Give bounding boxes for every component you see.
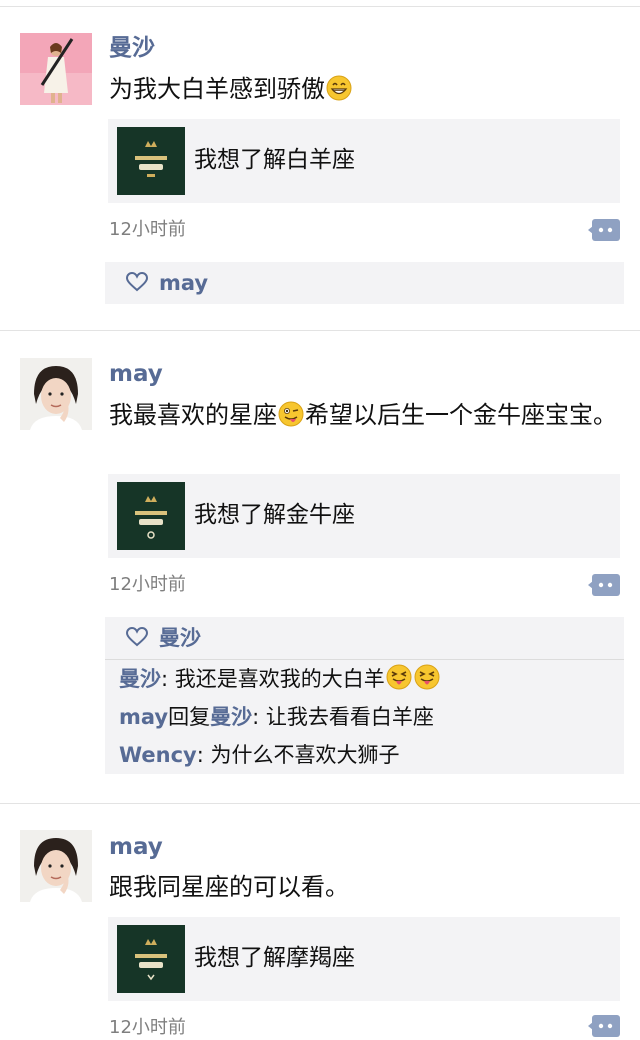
likes-panel: may bbox=[105, 262, 624, 304]
comment-author[interactable]: Wency bbox=[119, 743, 197, 767]
post-time: 12小时前 bbox=[109, 1017, 186, 1038]
comment-text: 让我去看看白羊座 bbox=[265, 705, 434, 729]
squinting-tongue-emoji bbox=[414, 664, 440, 690]
heart-outline-icon bbox=[126, 272, 148, 292]
post-author[interactable]: may bbox=[109, 832, 163, 862]
divider bbox=[0, 803, 640, 804]
comment-separator: : bbox=[161, 667, 175, 691]
post-text-after: 希望以后生一个金牛座宝宝。 bbox=[305, 401, 617, 429]
card-thumbnail bbox=[117, 925, 185, 993]
like-user[interactable]: may bbox=[159, 268, 208, 298]
comment-author[interactable]: may bbox=[119, 705, 168, 729]
post-text-before: 我最喜欢的星座 bbox=[109, 401, 277, 429]
squinting-tongue-emoji bbox=[386, 664, 412, 690]
post-time: 12小时前 bbox=[109, 574, 186, 595]
card-title: 我想了解金牛座 bbox=[194, 502, 355, 528]
comment-text: 我还是喜欢我的大白羊 bbox=[174, 667, 385, 691]
comment-item[interactable]: Wency: 为什么不喜欢大狮子 bbox=[105, 736, 624, 774]
likes-row: 曼沙 bbox=[105, 617, 624, 659]
divider bbox=[0, 330, 640, 331]
comment-item[interactable]: may回复曼沙: 让我去看看白羊座 bbox=[105, 698, 624, 736]
post-text-body: 为我大白羊感到骄傲 bbox=[109, 75, 325, 103]
divider bbox=[0, 6, 640, 7]
winking-tongue-emoji bbox=[278, 401, 304, 427]
post-text: 跟我同星座的可以看。 bbox=[109, 873, 349, 901]
avatar-may[interactable] bbox=[20, 830, 92, 902]
avatar-may[interactable] bbox=[20, 358, 92, 430]
post-text: 我最喜欢的星座 希望以后生一个金牛座宝宝。 bbox=[109, 398, 619, 432]
shared-link-card[interactable]: 我想了解白羊座 bbox=[108, 119, 620, 203]
moments-feed: 曼沙 为我大白羊感到骄傲 我想了解白羊座 12小时前 may may 我最喜欢的… bbox=[0, 0, 640, 1038]
likes-row: may bbox=[105, 262, 624, 304]
post-time: 12小时前 bbox=[109, 219, 186, 240]
post-author[interactable]: may bbox=[109, 359, 163, 389]
shared-link-card[interactable]: 我想了解摩羯座 bbox=[108, 917, 620, 1001]
shared-link-card[interactable]: 我想了解金牛座 bbox=[108, 474, 620, 558]
comment-separator: : bbox=[252, 705, 266, 729]
like-user[interactable]: 曼沙 bbox=[159, 623, 201, 653]
card-thumbnail bbox=[117, 127, 185, 195]
reply-target[interactable]: 曼沙 bbox=[210, 705, 252, 729]
reply-word: 回复 bbox=[168, 705, 211, 729]
comment-item[interactable]: 曼沙: 我还是喜欢我的大白羊 bbox=[105, 660, 624, 698]
grinning-face-emoji bbox=[326, 75, 352, 101]
post-text: 为我大白羊感到骄傲 bbox=[109, 72, 619, 106]
comment-dots-icon[interactable] bbox=[588, 1015, 620, 1037]
heart-outline-icon bbox=[126, 627, 148, 647]
comment-separator: : bbox=[196, 743, 211, 767]
comment-text: 为什么不喜欢大狮子 bbox=[210, 743, 400, 767]
likes-and-comments-panel: 曼沙 曼沙: 我还是喜欢我的大白羊 may回复曼沙: 让我去看看白羊座 Wenc… bbox=[105, 617, 624, 774]
comment-dots-icon[interactable] bbox=[588, 574, 620, 596]
card-title: 我想了解白羊座 bbox=[194, 147, 355, 173]
comment-author[interactable]: 曼沙 bbox=[119, 667, 161, 691]
card-title: 我想了解摩羯座 bbox=[194, 945, 355, 971]
post-author[interactable]: 曼沙 bbox=[109, 33, 155, 63]
comment-dots-icon[interactable] bbox=[588, 219, 620, 241]
avatar-manSha[interactable] bbox=[20, 33, 92, 105]
card-thumbnail bbox=[117, 482, 185, 550]
